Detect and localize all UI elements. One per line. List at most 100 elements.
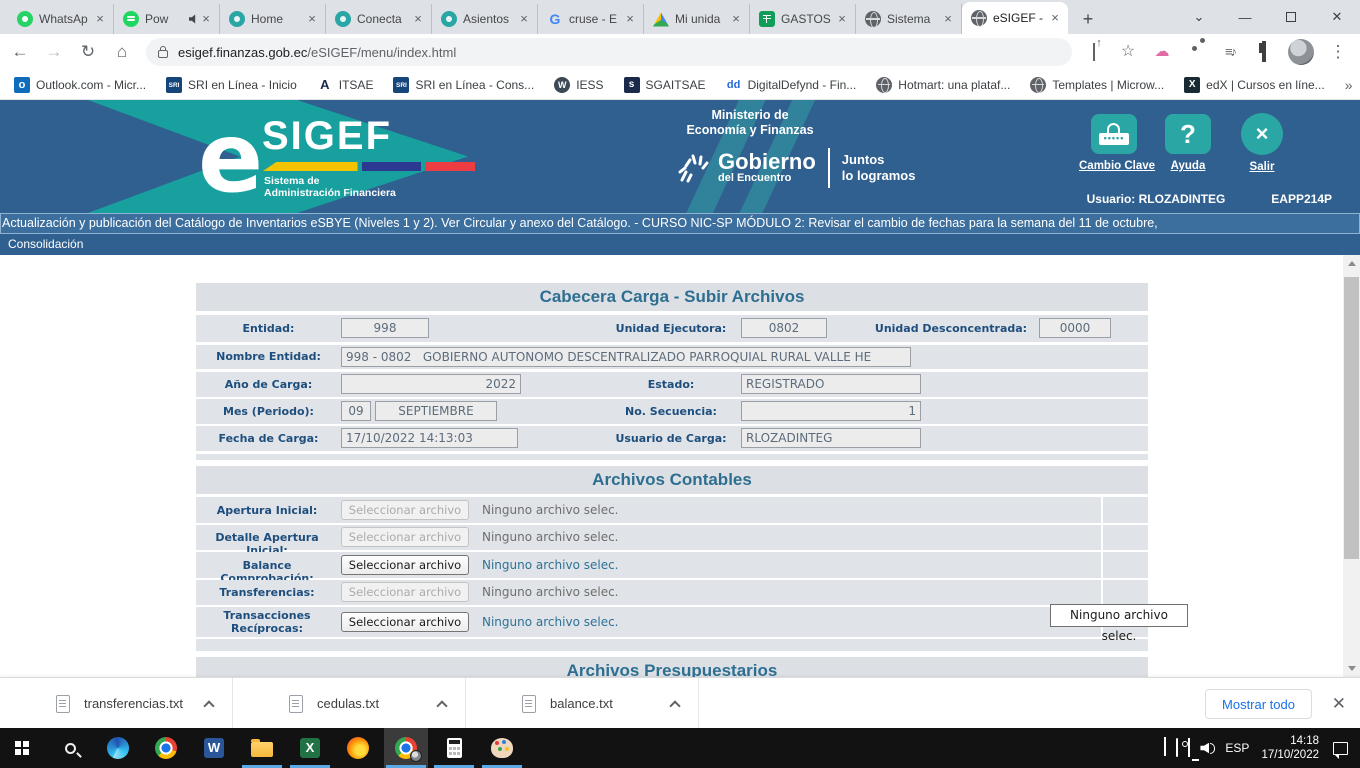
session-info: Usuario: RLOZADINTEG EAPP214P <box>1087 192 1332 206</box>
ayuda-button[interactable]: ? Ayuda <box>1153 114 1223 172</box>
taskbar-paint[interactable] <box>480 728 524 768</box>
secuencia-field[interactable]: 1 <box>741 401 921 421</box>
maximize-button[interactable] <box>1268 0 1314 34</box>
bookmark-sri-inicio[interactable]: SRI en Línea - Inicio <box>166 77 297 93</box>
balance-file-button[interactable]: Seleccionar archivo <box>341 555 469 575</box>
taskbar-chrome-active[interactable] <box>384 728 428 768</box>
bookmark-itsae[interactable]: ITSAE <box>317 77 374 93</box>
action-center-icon[interactable] <box>1333 742 1348 755</box>
taskbar-search[interactable] <box>48 728 92 768</box>
transacciones-file-button[interactable]: Seleccionar archivo <box>341 612 469 632</box>
cast-icon[interactable] <box>1176 739 1178 757</box>
tab-close-icon[interactable] <box>1048 11 1062 25</box>
close-downloads-icon[interactable]: ✕ <box>1332 694 1346 714</box>
salir-button[interactable]: × Salir <box>1227 113 1297 173</box>
tab-sistema[interactable]: Sistema <box>856 4 962 34</box>
estado-field[interactable]: REGISTRADO <box>741 374 921 394</box>
menu-item-consolidacion[interactable]: Consolidación <box>8 237 83 251</box>
scroll-up-button[interactable] <box>1343 255 1360 272</box>
close-window-button[interactable]: ✕ <box>1314 0 1360 34</box>
language-indicator[interactable]: ESP <box>1225 741 1249 755</box>
back-icon[interactable]: ← <box>6 38 34 66</box>
tab-cruse[interactable]: cruse - E <box>538 4 644 34</box>
scroll-down-button[interactable] <box>1343 660 1360 677</box>
chevron-up-icon[interactable] <box>203 700 214 711</box>
taskbar-chrome[interactable] <box>144 728 188 768</box>
bookmark-edx[interactable]: edX | Cursos en líne... <box>1184 77 1325 93</box>
tab-close-icon[interactable] <box>93 12 107 26</box>
tab-close-icon[interactable] <box>729 12 743 26</box>
chevron-up-icon[interactable] <box>436 700 447 711</box>
home-icon[interactable]: ⌂ <box>108 38 136 66</box>
browser-menu-icon[interactable] <box>1328 42 1348 62</box>
tab-spotify[interactable]: Pow <box>114 4 220 34</box>
download-transferencias[interactable]: transferencias.txt <box>0 678 233 729</box>
download-balance[interactable]: balance.txt <box>466 678 699 729</box>
tab-gastos[interactable]: GASTOS <box>750 4 856 34</box>
mes-nombre-field[interactable]: SEPTIEMBRE <box>375 401 497 421</box>
question-icon: ? <box>1165 114 1211 154</box>
start-button[interactable] <box>0 728 44 768</box>
taskbar-explorer[interactable] <box>240 728 284 768</box>
taskbar-edge[interactable] <box>96 728 140 768</box>
volume-icon[interactable] <box>1200 743 1215 754</box>
reload-icon[interactable]: ↻ <box>74 38 102 66</box>
tab-conecta[interactable]: Conecta <box>326 4 432 34</box>
url-input[interactable]: esigef.finanzas.gob.ec/eSIGEF/menu/index… <box>146 38 1072 66</box>
extension-pink-icon[interactable] <box>1152 42 1172 62</box>
bookmark-sgaitsae[interactable]: SGAITSAE <box>624 77 706 93</box>
scrollbar-thumb[interactable] <box>1344 277 1359 559</box>
taskbar-calculator[interactable] <box>432 728 476 768</box>
bookmark-iess[interactable]: IESS <box>554 77 603 93</box>
tab-close-icon[interactable] <box>835 12 849 26</box>
show-all-downloads-button[interactable]: Mostrar todo <box>1205 689 1312 719</box>
extensions-puzzle-icon[interactable] <box>1186 42 1206 62</box>
bookmark-outlook[interactable]: Outlook.com - Micr... <box>14 77 146 93</box>
minimize-button[interactable]: — <box>1222 0 1268 34</box>
bookmarks-overflow-icon[interactable]: » <box>1345 77 1353 93</box>
fecha-carga-field[interactable]: 17/10/2022 14:13:03 <box>341 428 518 448</box>
tab-close-icon[interactable] <box>623 12 637 26</box>
bookmark-star-icon[interactable]: ☆ <box>1118 42 1138 62</box>
tab-close-icon[interactable] <box>941 12 955 26</box>
apertura-file-button: Seleccionar archivo <box>341 500 469 520</box>
usuario-carga-field[interactable]: RLOZADINTEG <box>741 428 921 448</box>
new-tab-button[interactable] <box>1074 6 1102 34</box>
tab-asientos[interactable]: Asientos <box>432 4 538 34</box>
bookmark-sri-consultas[interactable]: SRI en Línea - Cons... <box>393 77 534 93</box>
nombre-entidad-field[interactable]: 998 - 0802 GOBIERNO AUTONOMO DESCENTRALI… <box>341 347 911 367</box>
forward-icon[interactable]: → <box>40 38 68 66</box>
tab-mi-unidad[interactable]: Mi unida <box>644 4 750 34</box>
tab-close-icon[interactable] <box>305 12 319 26</box>
media-list-icon[interactable] <box>1220 42 1240 62</box>
lock-icon[interactable] <box>158 50 168 58</box>
cambio-clave-button[interactable]: ••••• Cambio Clave <box>1079 114 1149 172</box>
download-cedulas[interactable]: cedulas.txt <box>233 678 466 729</box>
entidad-field[interactable]: 998 <box>341 318 429 338</box>
bookmark-templates[interactable]: Templates | Microw... <box>1030 77 1164 93</box>
network-icon[interactable] <box>1188 739 1190 757</box>
taskbar-word[interactable] <box>192 728 236 768</box>
tab-whatsapp[interactable]: WhatsAp <box>8 4 114 34</box>
vertical-scrollbar[interactable] <box>1343 255 1360 677</box>
profile-avatar[interactable] <box>1288 39 1314 65</box>
share-icon[interactable] <box>1084 42 1104 62</box>
tab-close-icon[interactable] <box>411 12 425 26</box>
chevron-up-icon[interactable] <box>669 700 680 711</box>
bookmark-digitaldefynd[interactable]: DigitalDefynd - Fin... <box>726 77 857 93</box>
unidad-ejecutora-field[interactable]: 0802 <box>741 318 827 338</box>
unidad-desconcentrada-field[interactable]: 0000 <box>1039 318 1111 338</box>
tab-search-chevron-icon[interactable]: ⌄ <box>1176 0 1222 34</box>
taskbar-firefox[interactable] <box>336 728 380 768</box>
tab-home[interactable]: Home <box>220 4 326 34</box>
tab-esigef-active[interactable]: eSIGEF - <box>962 2 1068 34</box>
tab-close-icon[interactable] <box>517 12 531 26</box>
mes-numero-field[interactable]: 09 <box>341 401 371 421</box>
hidden-icons-chevron[interactable] <box>1164 739 1166 757</box>
taskbar-excel[interactable] <box>288 728 332 768</box>
anio-carga-field[interactable]: 2022 <box>341 374 521 394</box>
taskbar-clock[interactable]: 14:18 17/10/2022 <box>1261 734 1319 762</box>
tab-close-icon[interactable] <box>199 12 213 26</box>
reader-mode-icon[interactable] <box>1254 42 1274 62</box>
bookmark-hotmart[interactable]: Hotmart: una plataf... <box>876 77 1010 93</box>
